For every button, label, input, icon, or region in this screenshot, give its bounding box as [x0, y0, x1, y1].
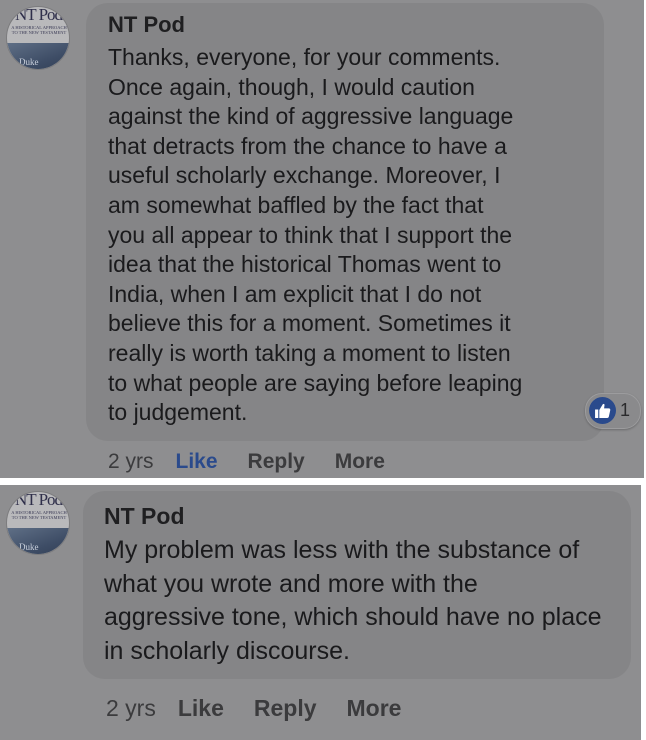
avatar-logo-subtitle: A Historical Approach to the New Testame…	[11, 510, 67, 520]
avatar[interactable]: NT Pod A Historical Approach to the New …	[6, 491, 70, 555]
comment-actions: 2 yrs Like Reply More	[106, 695, 431, 722]
timestamp[interactable]: 2 yrs	[106, 695, 156, 722]
reply-button[interactable]: Reply	[248, 450, 305, 474]
comment-card: NT Pod A Historical Approach to the New …	[0, 485, 641, 740]
more-button[interactable]: More	[347, 695, 402, 722]
avatar-logo-subtitle: A Historical Approach to the New Testame…	[11, 25, 67, 35]
reaction-count: 1	[620, 400, 631, 420]
comment-actions: 2 yrs Like Reply More	[108, 450, 415, 474]
like-button[interactable]: Like	[176, 450, 218, 474]
like-button[interactable]: Like	[178, 695, 224, 722]
comment-text: My problem was less with the substance o…	[104, 536, 602, 665]
comment-card: NT Pod A Historical Approach to the New …	[0, 0, 644, 478]
thumbs-up-icon	[589, 397, 616, 424]
timestamp[interactable]: 2 yrs	[108, 450, 154, 474]
avatar-label: Duke	[19, 57, 39, 67]
reply-button[interactable]: Reply	[254, 695, 317, 722]
avatar-logo-title: NT Pod	[15, 491, 63, 509]
comment-text: Thanks, everyone, for your comments. Onc…	[108, 44, 523, 426]
avatar-logo-title: NT Pod	[15, 6, 63, 24]
author-name[interactable]: NT Pod	[104, 503, 185, 530]
avatar[interactable]: NT Pod A Historical Approach to the New …	[6, 6, 70, 70]
avatar-label: Duke	[19, 542, 39, 552]
reaction-badge[interactable]: 1	[585, 393, 641, 429]
author-name[interactable]: NT Pod	[108, 12, 185, 38]
more-button[interactable]: More	[335, 450, 385, 474]
